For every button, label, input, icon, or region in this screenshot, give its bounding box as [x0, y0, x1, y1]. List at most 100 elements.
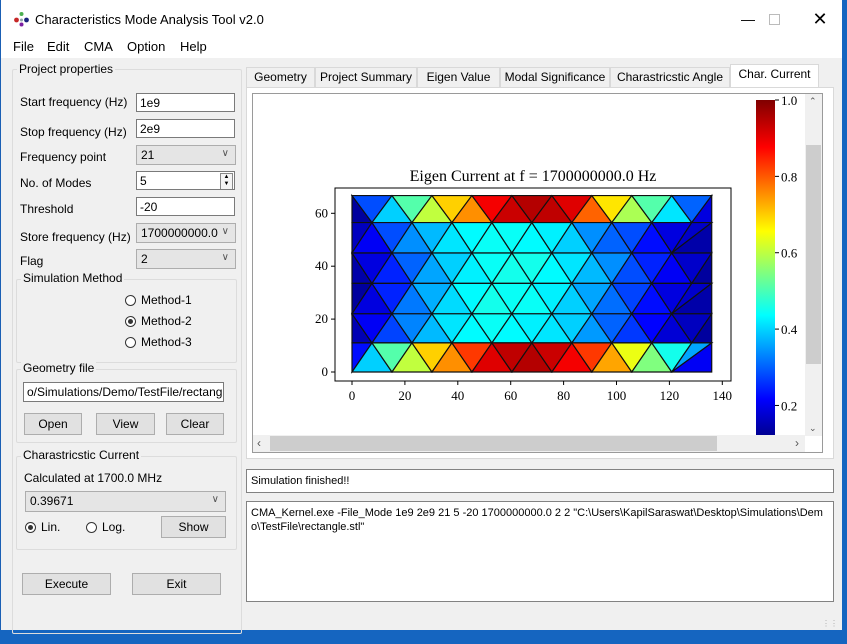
- stop-frequency-label: Stop frequency (Hz): [20, 125, 127, 139]
- x-tick-label: 60: [504, 388, 517, 403]
- simulation-method-title: Simulation Method: [21, 271, 125, 285]
- flag-value: 2: [141, 252, 148, 266]
- method-1-label: Method-1: [141, 293, 192, 307]
- command-log: CMA_Kernel.exe -File_Mode 1e9 2e9 21 5 -…: [246, 501, 834, 602]
- lin-label: Lin.: [41, 520, 61, 534]
- store-frequency-label: Store frequency (Hz): [20, 230, 131, 244]
- x-tick-label: 20: [398, 388, 411, 403]
- log-radio[interactable]: Log.: [86, 520, 125, 534]
- method-1-radio[interactable]: Method-1: [125, 293, 192, 307]
- colorbar-tick-label: 1.0: [781, 93, 797, 108]
- frequency-point-value: 21: [141, 148, 155, 162]
- menu-bar: File Edit CMA Option Help: [1, 38, 842, 58]
- radio-unchecked-icon: [86, 521, 97, 533]
- calculated-at-label: Calculated at 1700.0 MHz: [24, 471, 163, 485]
- menu-edit[interactable]: Edit: [47, 39, 69, 54]
- chevron-down-icon: ∨: [221, 148, 229, 159]
- geometry-file-title: Geometry file: [21, 361, 97, 375]
- colorbar-tick-label: 0.6: [781, 246, 798, 261]
- view-button[interactable]: View: [96, 413, 155, 435]
- eigen-current-plot: 0 20 40 60 80 100 120 140 0 20 40 60 Eigen Current …: [315, 93, 798, 436]
- eigenvalue-value: 0.39671: [30, 494, 74, 508]
- x-tick-label: 80: [557, 388, 570, 403]
- execute-button[interactable]: Execute: [22, 573, 111, 595]
- tab-modal-significance[interactable]: Modal Significance: [500, 67, 610, 87]
- colorbar: [756, 100, 775, 436]
- x-tick-label: 100: [607, 388, 627, 403]
- tab-project-summary[interactable]: Project Summary: [315, 67, 417, 87]
- tab-char-current[interactable]: Char. Current: [730, 64, 819, 88]
- method-3-label: Method-3: [141, 335, 192, 349]
- radio-unchecked-icon: [125, 294, 136, 306]
- y-tick-label: 60: [315, 205, 328, 220]
- horizontal-scrollbar[interactable]: ‹ ›: [253, 435, 805, 452]
- tab-characteristic-angle[interactable]: Charastricstic Angle: [610, 67, 730, 87]
- radio-checked-icon: [25, 521, 36, 533]
- scroll-right-icon[interactable]: ›: [795, 436, 799, 450]
- vertical-scroll-thumb[interactable]: [806, 145, 821, 364]
- exit-button[interactable]: Exit: [132, 573, 221, 595]
- modes-spinbox[interactable]: 5 ▲ ▼: [136, 171, 235, 190]
- show-button[interactable]: Show: [161, 516, 226, 538]
- flag-select[interactable]: 2 ∨: [136, 249, 236, 269]
- open-button[interactable]: Open: [24, 413, 82, 435]
- threshold-input[interactable]: -20: [136, 197, 235, 216]
- y-tick-label: 0: [322, 364, 329, 379]
- app-window: Characteristics Mode Analysis Tool v2.0 …: [0, 0, 843, 634]
- resize-grip-icon[interactable]: ⋮⋮: [822, 619, 838, 628]
- app-logo-icon: [14, 12, 29, 27]
- radio-checked-icon: [125, 315, 136, 327]
- eigenvalue-select[interactable]: 0.39671 ∨: [25, 491, 226, 512]
- char-current-title: Charastricstic Current: [21, 448, 142, 462]
- geometry-file-path-input[interactable]: o/Simulations/Demo/TestFile/rectangle.st…: [23, 382, 224, 402]
- method-2-label: Method-2: [141, 314, 192, 328]
- tab-geometry[interactable]: Geometry: [246, 67, 315, 87]
- threshold-label: Threshold: [20, 202, 74, 216]
- chevron-down-icon: ∨: [211, 494, 219, 505]
- menu-help[interactable]: Help: [180, 39, 207, 54]
- frequency-point-label: Frequency point: [20, 150, 107, 164]
- menu-file[interactable]: File: [13, 39, 34, 54]
- maximize-icon: [768, 13, 780, 25]
- log-label: Log.: [102, 520, 126, 534]
- modes-label: No. of Modes: [20, 176, 92, 190]
- chevron-down-icon: ∨: [221, 226, 229, 237]
- x-tick-label: 120: [660, 388, 680, 403]
- clear-button[interactable]: Clear: [166, 413, 224, 435]
- mesh-group: [350, 193, 714, 374]
- colorbar-tick-label: 0.2: [781, 398, 797, 413]
- vertical-scrollbar[interactable]: ⌃ ⌄: [805, 94, 822, 436]
- tab-eigen-value[interactable]: Eigen Value: [417, 67, 500, 87]
- scroll-down-icon[interactable]: ⌄: [809, 423, 817, 434]
- start-frequency-input[interactable]: 1e9: [136, 93, 235, 112]
- status-box: Simulation finished!!: [246, 469, 834, 493]
- method-2-radio[interactable]: Method-2: [125, 314, 192, 328]
- chart-title: Eigen Current at f = 1700000000.0 Hz: [410, 168, 657, 185]
- method-3-radio[interactable]: Method-3: [125, 335, 192, 349]
- project-properties-title: Project properties: [17, 62, 116, 76]
- flag-label: Flag: [20, 254, 44, 268]
- horizontal-scroll-thumb[interactable]: [270, 436, 717, 451]
- menu-cma[interactable]: CMA: [84, 39, 113, 54]
- colorbar-tick-label: 0.4: [781, 322, 798, 337]
- window-title: Characteristics Mode Analysis Tool v2.0: [35, 12, 264, 27]
- spin-arrows-icon[interactable]: ▲ ▼: [220, 173, 233, 189]
- stop-frequency-input[interactable]: 2e9: [136, 119, 235, 138]
- y-tick-label: 20: [315, 311, 328, 326]
- close-icon: ✕: [812, 8, 828, 29]
- lin-radio[interactable]: Lin.: [25, 520, 60, 534]
- menu-option[interactable]: Option: [127, 39, 165, 54]
- chevron-down-icon: ∨: [221, 252, 229, 263]
- frequency-point-select[interactable]: 21 ∨: [136, 145, 236, 165]
- store-frequency-select[interactable]: 1700000000.0 ∨: [136, 223, 236, 243]
- start-frequency-label: Start frequency (Hz): [20, 95, 128, 109]
- close-button[interactable]: ✕: [797, 0, 843, 38]
- colorbar-tick-label: 0.8: [781, 169, 797, 184]
- x-tick-label: 40: [451, 388, 464, 403]
- scroll-left-icon[interactable]: ‹: [257, 436, 261, 450]
- modes-value: 5: [140, 174, 147, 188]
- scroll-up-icon[interactable]: ⌃: [809, 96, 817, 107]
- y-tick-label: 40: [315, 258, 328, 273]
- x-tick-label: 0: [349, 388, 356, 403]
- maximize-button[interactable]: [751, 0, 797, 38]
